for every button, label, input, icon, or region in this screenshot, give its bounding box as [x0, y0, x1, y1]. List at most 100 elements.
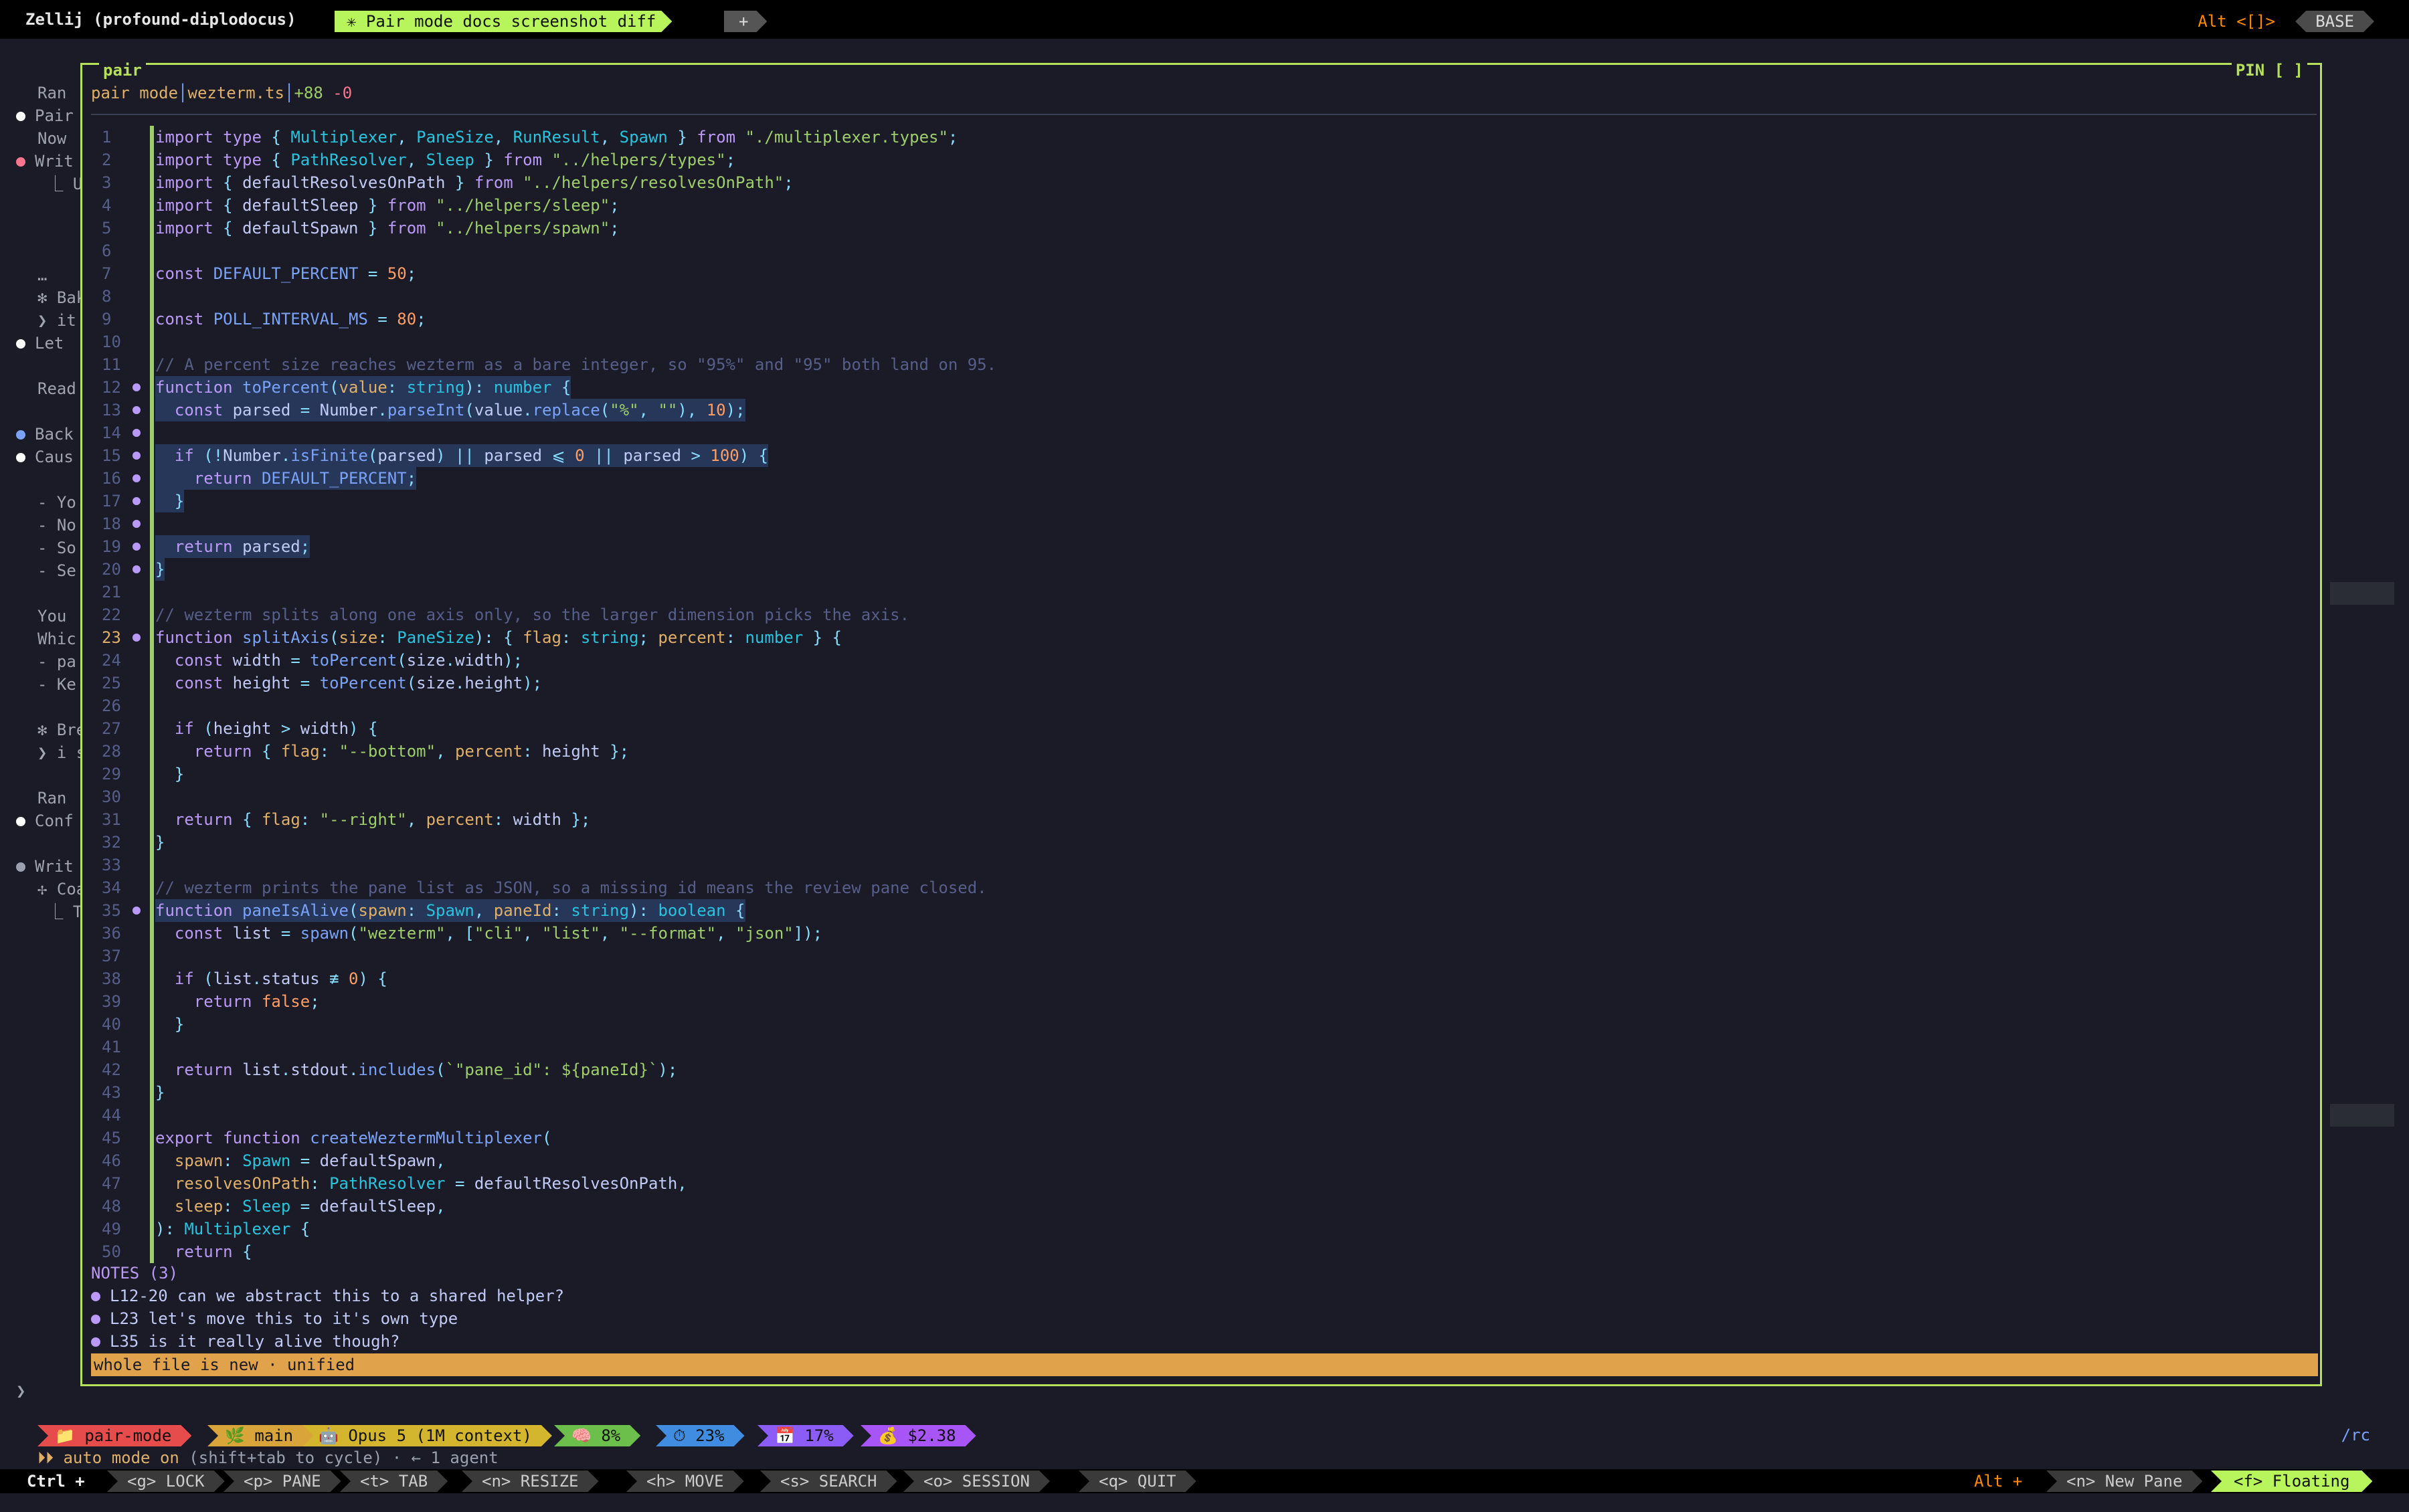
- note-item[interactable]: L12-20 can we abstract this to a shared …: [91, 1285, 564, 1307]
- background-text: Writ: [35, 857, 74, 876]
- code-line[interactable]: 12 function toPercent(value: string): num…: [91, 376, 2313, 399]
- header-divider: [91, 114, 2317, 115]
- code-line[interactable]: 50 return {: [91, 1240, 2313, 1263]
- code-line[interactable]: 2 import type { PathResolver, Sleep } fro…: [91, 149, 2313, 171]
- code-line[interactable]: 49): Multiplexer {: [91, 1218, 2313, 1240]
- note-marker-icon[interactable]: [132, 907, 141, 915]
- keybinding-tab[interactable]: <t> TAB: [340, 1471, 448, 1492]
- floating-key[interactable]: <f> Floating: [2211, 1471, 2372, 1492]
- keybinding-quit[interactable]: <q> QUIT: [1079, 1471, 1196, 1492]
- code-line[interactable]: 35 function paneIsAlive(spawn: Spawn, pan…: [91, 899, 2313, 922]
- background-text: You: [37, 607, 67, 626]
- line-number: 38: [102, 969, 121, 988]
- code-line[interactable]: 11 // A percent size reaches wezterm as a…: [91, 353, 2313, 376]
- code-line[interactable]: 48 sleep: Sleep = defaultSleep,: [91, 1195, 2313, 1218]
- background-text: Back: [35, 425, 74, 444]
- code-line[interactable]: 40 }: [91, 1013, 2313, 1036]
- note-marker-icon[interactable]: [132, 543, 141, 551]
- code-line[interactable]: 5 import { defaultSpawn } from "../helper…: [91, 217, 2313, 240]
- code-line[interactable]: 7 const DEFAULT_PERCENT = 50;: [91, 262, 2313, 285]
- note-item[interactable]: L35 is it really alive though?: [91, 1330, 399, 1353]
- code-line[interactable]: 32}: [91, 831, 2313, 854]
- file-name[interactable]: wezterm.ts: [188, 84, 285, 102]
- code-line[interactable]: 23 function splitAxis(size: PaneSize): { …: [91, 626, 2313, 649]
- line-number: 35: [102, 901, 121, 920]
- code-line[interactable]: 18: [91, 512, 2313, 535]
- code-line[interactable]: 29 }: [91, 763, 2313, 785]
- line-number: 7: [102, 264, 112, 283]
- status-dot-icon: [16, 157, 25, 167]
- code-line[interactable]: 38 if (list.status ≢ 0) {: [91, 967, 2313, 990]
- code-line[interactable]: 42 return list.stdout.includes(`"pane_id…: [91, 1058, 2313, 1081]
- code-line[interactable]: 26: [91, 694, 2313, 717]
- code-line[interactable]: 21: [91, 581, 2313, 603]
- code-line[interactable]: 15 if (!Number.isFinite(parsed) || parse…: [91, 444, 2313, 467]
- code-line[interactable]: 20}: [91, 558, 2313, 581]
- line-number: 8: [102, 287, 112, 306]
- auto-mode-hint: ⏵⏵ auto mode on (shift+tab to cycle) · ←…: [37, 1448, 499, 1467]
- code-line[interactable]: 28 return { flag: "--bottom", percent: h…: [91, 740, 2313, 763]
- rc-link[interactable]: /rc: [2341, 1424, 2370, 1446]
- note-marker-icon[interactable]: [132, 474, 141, 482]
- keybinding-move[interactable]: <h> MOVE: [626, 1471, 744, 1492]
- code-line[interactable]: 45 export function createWeztermMultiplex…: [91, 1127, 2313, 1149]
- code-line[interactable]: 25 const height = toPercent(size.height)…: [91, 672, 2313, 694]
- code-line[interactable]: 14: [91, 421, 2313, 444]
- code-line[interactable]: 34 // wezterm prints the pane list as JSO…: [91, 876, 2313, 899]
- code-line[interactable]: 6: [91, 240, 2313, 262]
- new-pane-key[interactable]: <n> New Pane: [2046, 1471, 2202, 1492]
- code-line[interactable]: 1 import type { Multiplexer, PaneSize, Ru…: [91, 126, 2313, 149]
- note-marker-icon[interactable]: [132, 634, 141, 642]
- code-line[interactable]: 31 return { flag: "--right", percent: wi…: [91, 808, 2313, 831]
- code-text: return false;: [193, 992, 320, 1011]
- code-line[interactable]: 44: [91, 1104, 2313, 1127]
- code-line[interactable]: 39 return false;: [91, 990, 2313, 1013]
- line-number: 23: [102, 628, 121, 647]
- line-number: 47: [102, 1174, 121, 1193]
- background-line: ⎿ T: [16, 901, 82, 923]
- pin-toggle[interactable]: PIN [ ]: [2231, 59, 2307, 82]
- keybinding-pane[interactable]: <p> PANE: [224, 1471, 341, 1492]
- note-dot-icon: [91, 1292, 100, 1301]
- code-line[interactable]: 3 import { defaultResolvesOnPath } from "…: [91, 171, 2313, 194]
- note-item[interactable]: L23 let's move this to it's own type: [91, 1307, 458, 1330]
- line-number: 48: [102, 1197, 121, 1216]
- tab-active[interactable]: ✳ Pair mode docs screenshot diff: [335, 11, 672, 32]
- code-line[interactable]: 17 }: [91, 490, 2313, 512]
- keybinding-lock[interactable]: <g> LOCK: [107, 1471, 225, 1492]
- note-marker-icon[interactable]: [132, 520, 141, 528]
- keybinding-session[interactable]: <o> SESSION: [903, 1471, 1050, 1492]
- code-text: import { defaultResolvesOnPath } from ".…: [155, 173, 794, 192]
- input-prompt[interactable]: ❯: [16, 1380, 25, 1402]
- code-line[interactable]: 22 // wezterm splits along one axis only,…: [91, 603, 2313, 626]
- code-line[interactable]: 47 resolvesOnPath: PathResolver = defaul…: [91, 1172, 2313, 1195]
- code-line[interactable]: 27 if (height > width) {: [91, 717, 2313, 740]
- background-line: - Se: [16, 559, 76, 582]
- code-line[interactable]: 9 const POLL_INTERVAL_MS = 80;: [91, 308, 2313, 330]
- note-marker-icon[interactable]: [132, 497, 141, 505]
- line-number: 24: [102, 651, 121, 670]
- code-line[interactable]: 19 return parsed;: [91, 535, 2313, 558]
- code-line[interactable]: 16 return DEFAULT_PERCENT;: [91, 467, 2313, 490]
- statusline-segment: 📅 17%: [757, 1425, 854, 1446]
- note-marker-icon[interactable]: [132, 406, 141, 414]
- keybinding-search[interactable]: <s> SEARCH: [760, 1471, 897, 1492]
- code-line[interactable]: 30: [91, 785, 2313, 808]
- code-line[interactable]: 43}: [91, 1081, 2313, 1104]
- code-line[interactable]: 8: [91, 285, 2313, 308]
- code-line[interactable]: 4 import { defaultSleep } from "../helper…: [91, 194, 2313, 217]
- note-marker-icon[interactable]: [132, 452, 141, 460]
- note-marker-icon[interactable]: [132, 565, 141, 573]
- keybinding-resize[interactable]: <n> RESIZE: [462, 1471, 599, 1492]
- code-line[interactable]: 13 const parsed = Number.parseInt(value.…: [91, 399, 2313, 421]
- code-line[interactable]: 10: [91, 330, 2313, 353]
- code-line[interactable]: 36 const list = spawn("wezterm", ["cli",…: [91, 922, 2313, 945]
- code-view[interactable]: 1 import type { Multiplexer, PaneSize, Ru…: [91, 126, 2313, 1263]
- code-line[interactable]: 46 spawn: Spawn = defaultSpawn,: [91, 1149, 2313, 1172]
- note-marker-icon[interactable]: [132, 429, 141, 437]
- code-line[interactable]: 37: [91, 945, 2313, 967]
- note-marker-icon[interactable]: [132, 383, 141, 391]
- code-line[interactable]: 24 const width = toPercent(size.width);: [91, 649, 2313, 672]
- code-line[interactable]: 33: [91, 854, 2313, 876]
- code-line[interactable]: 41: [91, 1036, 2313, 1058]
